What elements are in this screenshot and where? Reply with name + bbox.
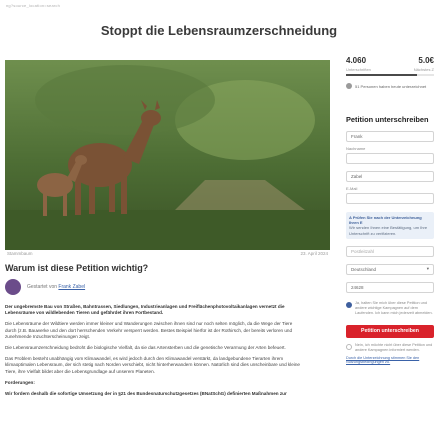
- recent-signers: 51 Personen haben heute unterzeichnet: [346, 83, 434, 89]
- photo-caption-left: Stammbaum: [7, 251, 33, 256]
- submit-sign-button[interactable]: Petition unterschreiben: [346, 324, 434, 338]
- country-value: Deutschland: [351, 266, 377, 272]
- body-paragraph: Die Lebensräume der Wildtiere werden imm…: [5, 321, 293, 339]
- photo-caption: Stammbaum 23. April 2024: [5, 250, 330, 257]
- petition-body: Der ungebremste Bau von Straßen, Bahntra…: [5, 304, 305, 402]
- last-name-value-field[interactable]: Zabel: [346, 171, 434, 182]
- signature-counts: 4.060 5.0€: [346, 56, 434, 65]
- notice-text: Wir senden Ihnen eine Bestätigung, um Ih…: [349, 225, 428, 236]
- browser-url-fragment: ng?source_location=search: [6, 3, 61, 8]
- signature-count: 4.060: [346, 56, 367, 65]
- email-field[interactable]: [346, 193, 434, 204]
- signature-progress-bar: [346, 74, 434, 76]
- last-name-label: Nachname: [346, 146, 366, 151]
- author-row: Gestartet von Frank Zabel: [5, 279, 85, 295]
- terms-link[interactable]: Durch die Unterzeichnung stimmen Sie den…: [346, 356, 434, 364]
- petition-title: Stoppt die Lebensraumzerschneidung: [100, 23, 338, 38]
- body-paragraph: Wir fordern deshalb die sofortige Umsetz…: [5, 391, 287, 397]
- people-icon: [346, 83, 352, 89]
- consent-no-text: Nein, ich möchte nicht über diese Petiti…: [355, 342, 433, 352]
- body-paragraph: Die Lebensraumzerschneidung bedroht die …: [5, 345, 286, 351]
- email-verification-notice: A Prüfen Sie nach der Unterzeichnung Ihr…: [346, 212, 434, 239]
- author-prefix: Gestartet von: [27, 284, 58, 290]
- photo-caption-date: 23. April 2024: [300, 251, 328, 256]
- deer-in-forest-image: [5, 60, 330, 250]
- body-paragraph: Der ungebremste Bau von Straßen, Bahntra…: [5, 304, 285, 316]
- body-paragraph: Forderungen:: [5, 379, 35, 385]
- sign-heading: Petition unterschreiben: [346, 115, 429, 124]
- signature-count-labels: Unterschriften Nächstes Z: [346, 67, 434, 72]
- postcode-field[interactable]: Postleitzahl: [346, 245, 434, 257]
- consent-option-no[interactable]: Nein, ich möchte nicht über diese Petiti…: [346, 343, 434, 353]
- author-avatar: [5, 279, 21, 295]
- signature-goal: 5.0€: [418, 56, 434, 65]
- author-name-link[interactable]: Frank Zabel: [58, 284, 85, 290]
- notice-title: A Prüfen Sie nach der Unterzeichnung Ihr…: [349, 215, 422, 226]
- country-select[interactable]: Deutschland ▾: [346, 263, 434, 275]
- first-name-field[interactable]: Frank: [346, 131, 434, 142]
- body-paragraph: Das Problem besteht unabhängig vom Klima…: [5, 356, 300, 374]
- email-label: E-Mail: [346, 186, 358, 191]
- radio-unselected-icon[interactable]: [346, 343, 352, 350]
- last-name-field[interactable]: [346, 153, 434, 164]
- consent-yes-text: Ja, halten Sie mich über diese Petition …: [355, 300, 433, 315]
- sign-sidebar: 4.060 5.0€ Unterschriften Nächstes Z 51 …: [346, 56, 434, 364]
- petition-photo: [5, 60, 330, 250]
- author-line: Gestartet von Frank Zabel: [27, 284, 85, 290]
- signature-progress-fill: [346, 74, 418, 76]
- consent-option-yes[interactable]: Ja, halten Sie mich über diese Petition …: [346, 301, 434, 316]
- radio-selected-icon[interactable]: [346, 301, 352, 308]
- signatures-label: Unterschriften: [346, 67, 371, 72]
- zip-field[interactable]: 24628: [346, 281, 434, 293]
- recent-signers-text: 51 Personen haben heute unterzeichnet: [355, 83, 427, 89]
- chevron-down-icon: ▾: [426, 266, 429, 272]
- goal-label: Nächstes Z: [413, 67, 434, 72]
- why-heading: Warum ist diese Petition wichtig?: [5, 263, 149, 273]
